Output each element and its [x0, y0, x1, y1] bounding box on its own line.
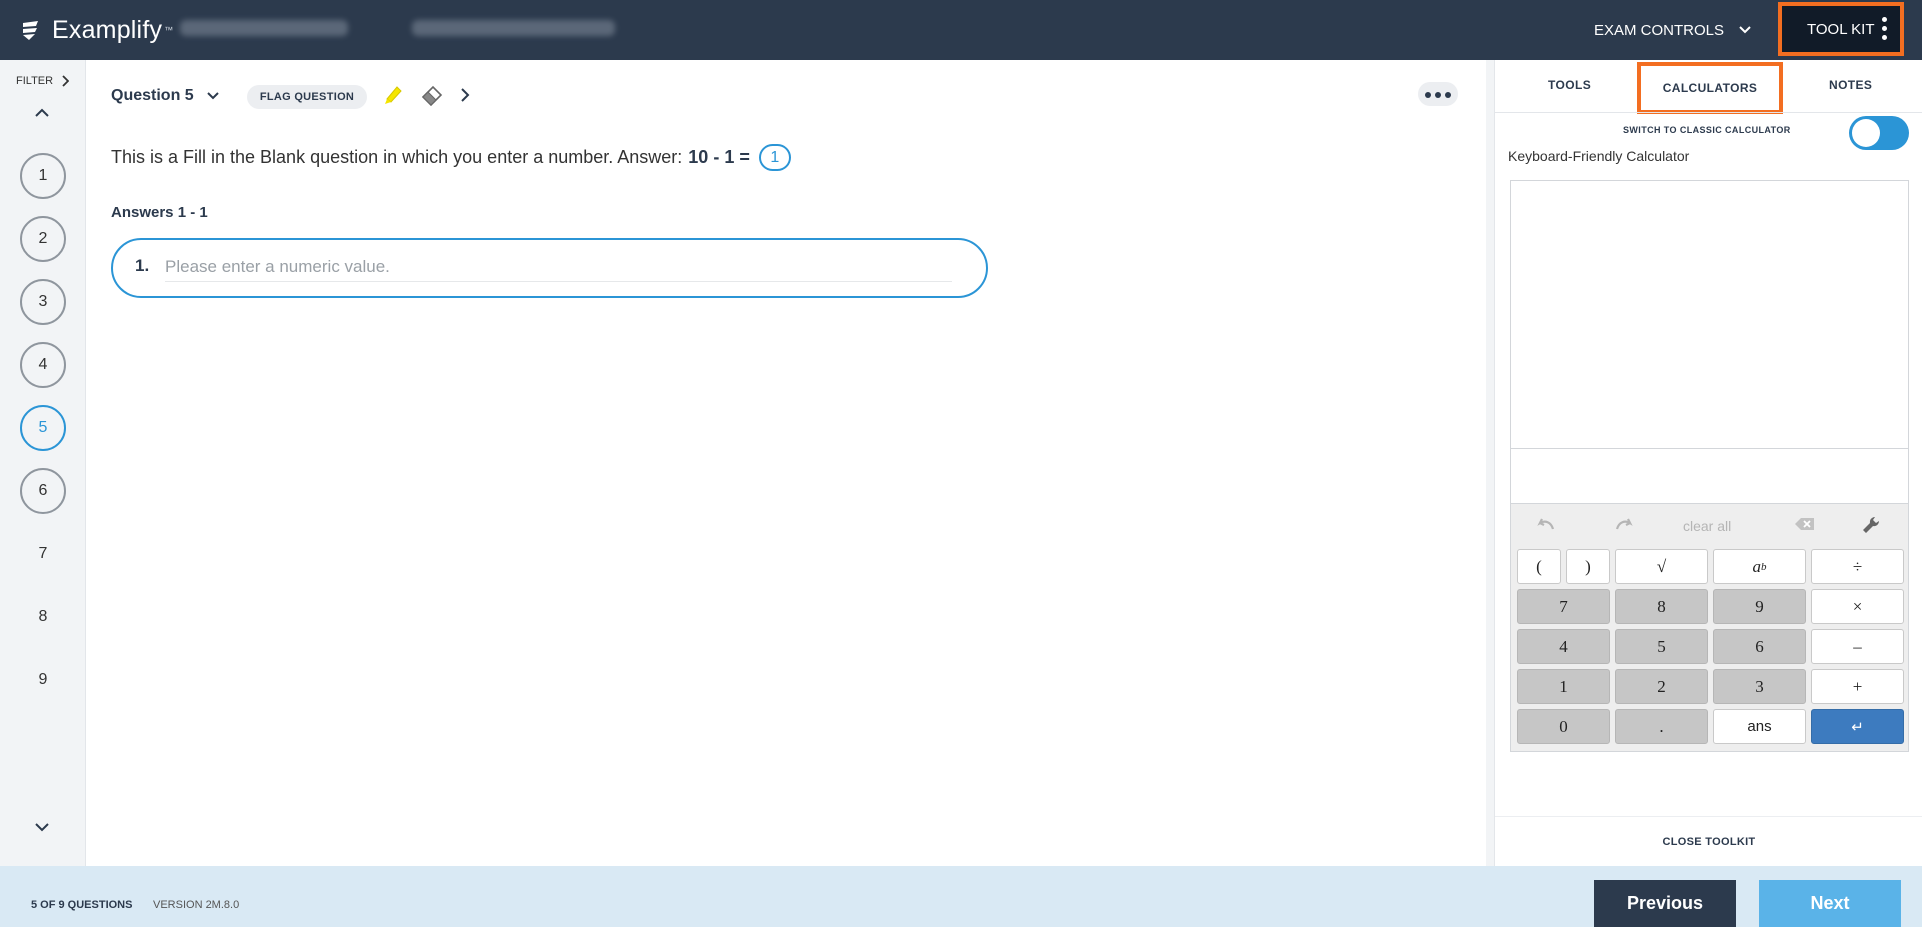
backspace-icon[interactable]	[1793, 515, 1817, 533]
answers-label: Answers 1 - 1	[111, 204, 208, 221]
version-label: VERSION 2M.8.0	[153, 899, 240, 911]
clear-all-button[interactable]: clear all	[1683, 518, 1731, 534]
question-nav-3[interactable]: 3	[20, 279, 66, 325]
key-ans[interactable]: ans	[1713, 709, 1806, 744]
question-nav-4[interactable]: 4	[20, 342, 66, 388]
key-open-paren[interactable]: (	[1517, 549, 1561, 584]
prompt-text: This is a Fill in the Blank question in …	[111, 147, 683, 167]
key-sqrt[interactable]: √	[1615, 549, 1708, 584]
key-8[interactable]: 8	[1615, 589, 1708, 624]
key-1[interactable]: 1	[1517, 669, 1610, 704]
chevron-right-icon	[62, 75, 70, 87]
logo-trademark: ™	[164, 25, 174, 35]
panel-divider	[1486, 60, 1494, 866]
calculator-history-display	[1511, 181, 1908, 449]
next-button[interactable]: Next	[1759, 880, 1901, 927]
previous-button[interactable]: Previous	[1594, 880, 1736, 927]
key-0[interactable]: 0	[1517, 709, 1610, 744]
key-6[interactable]: 6	[1713, 629, 1806, 664]
chevron-down-icon	[1739, 26, 1751, 34]
calculator-keypad: clear all ( ) √ ab ÷ 7 8 9 × 4 5 6 – 1 2…	[1511, 504, 1908, 751]
question-nav-2[interactable]: 2	[20, 216, 66, 262]
key-power[interactable]: ab	[1713, 549, 1806, 584]
question-area: Question 5 FLAG QUESTION This is a Fill …	[86, 60, 1486, 866]
switch-classic-label: SWITCH TO CLASSIC CALCULATOR	[1623, 125, 1791, 135]
footer-bar: 5 OF 9 QUESTIONS VERSION 2M.8.0 Previous…	[0, 866, 1922, 927]
question-sidebar: FILTER 1 2 3 4 5 6 7 8 9	[0, 60, 86, 866]
examplify-logo: Examplify ™	[20, 14, 173, 46]
calculator-entry-field[interactable]	[1511, 450, 1908, 504]
top-header: Examplify ™ EXAM CONTROLS TOOL KIT	[0, 0, 1922, 60]
question-count: 5 OF 9 QUESTIONS	[31, 899, 133, 911]
calculator-title: Keyboard-Friendly Calculator	[1508, 148, 1690, 164]
toolkit-panel: TOOLS CALCULATORS NOTES SWITCH TO CLASSI…	[1494, 60, 1922, 866]
more-options-button[interactable]	[1418, 82, 1458, 106]
question-nav-9[interactable]: 9	[20, 657, 66, 703]
toolkit-button[interactable]: TOOL KIT	[1778, 2, 1904, 56]
calculator: clear all ( ) √ ab ÷ 7 8 9 × 4 5 6 – 1 2…	[1510, 180, 1909, 752]
logo-icon	[23, 21, 38, 40]
key-multiply[interactable]: ×	[1811, 589, 1904, 624]
tab-tools[interactable]: TOOLS	[1548, 78, 1591, 92]
key-close-paren[interactable]: )	[1566, 549, 1610, 584]
filter-button[interactable]: FILTER	[16, 75, 70, 87]
key-5[interactable]: 5	[1615, 629, 1708, 664]
tabs-divider	[1495, 112, 1922, 113]
exam-controls-label: EXAM CONTROLS	[1594, 21, 1725, 39]
question-prompt: This is a Fill in the Blank question in …	[111, 144, 791, 171]
question-nav-1[interactable]: 1	[20, 153, 66, 199]
question-nav-6[interactable]: 6	[20, 468, 66, 514]
scroll-up-icon[interactable]	[34, 108, 50, 118]
examplify-app: Examplify ™ EXAM CONTROLS TOOL KIT FILTER…	[0, 0, 1922, 927]
question-nav-8[interactable]: 8	[20, 594, 66, 640]
key-power-base: a	[1752, 556, 1762, 576]
redacted-student-info	[180, 20, 348, 36]
question-title: Question 5	[111, 87, 194, 104]
key-decimal[interactable]: .	[1615, 709, 1708, 744]
key-4[interactable]: 4	[1517, 629, 1610, 664]
key-plus[interactable]: +	[1811, 669, 1904, 704]
redo-icon[interactable]	[1613, 515, 1635, 533]
answer-number: 1.	[135, 256, 150, 275]
flag-question-button[interactable]: FLAG QUESTION	[247, 85, 367, 109]
tab-notes[interactable]: NOTES	[1829, 78, 1872, 92]
eraser-icon[interactable]	[419, 82, 445, 108]
classic-calculator-toggle[interactable]	[1849, 116, 1909, 150]
prompt-expression: 10 - 1 =	[688, 147, 750, 167]
toolkit-label: TOOL KIT	[1807, 20, 1875, 38]
chevron-right-icon[interactable]	[460, 87, 470, 103]
question-nav-5-current[interactable]: 5	[20, 405, 66, 451]
redacted-exam-title	[412, 20, 615, 36]
scroll-down-icon[interactable]	[34, 822, 50, 832]
undo-icon[interactable]	[1535, 515, 1557, 533]
filter-label: FILTER	[16, 75, 54, 87]
horizontal-dots-icon	[1423, 85, 1453, 103]
chevron-down-icon	[206, 92, 219, 100]
wrench-settings-icon[interactable]	[1861, 515, 1881, 535]
exam-controls-menu[interactable]: EXAM CONTROLS	[1594, 0, 1752, 60]
key-7[interactable]: 7	[1517, 589, 1610, 624]
key-minus[interactable]: –	[1811, 629, 1904, 664]
question-nav-7[interactable]: 7	[20, 531, 66, 577]
key-3[interactable]: 3	[1713, 669, 1806, 704]
key-divide[interactable]: ÷	[1811, 549, 1904, 584]
close-toolkit-button[interactable]: CLOSE TOOLKIT	[1495, 816, 1922, 848]
calculator-toolbar: clear all	[1511, 504, 1908, 548]
key-power-exponent: b	[1761, 560, 1767, 573]
key-2[interactable]: 2	[1615, 669, 1708, 704]
vertical-dots-icon	[1882, 17, 1888, 44]
highlighter-icon[interactable]	[379, 82, 405, 108]
tab-calculators[interactable]: CALCULATORS	[1637, 62, 1783, 114]
question-selector[interactable]: Question 5	[111, 87, 220, 105]
blank-marker[interactable]: 1	[758, 144, 791, 171]
logo-text: Examplify	[52, 15, 163, 44]
numeric-answer-input[interactable]	[165, 252, 952, 282]
key-9[interactable]: 9	[1713, 589, 1806, 624]
key-enter[interactable]: ↵	[1811, 709, 1904, 744]
answer-field-container: 1.	[111, 238, 988, 298]
